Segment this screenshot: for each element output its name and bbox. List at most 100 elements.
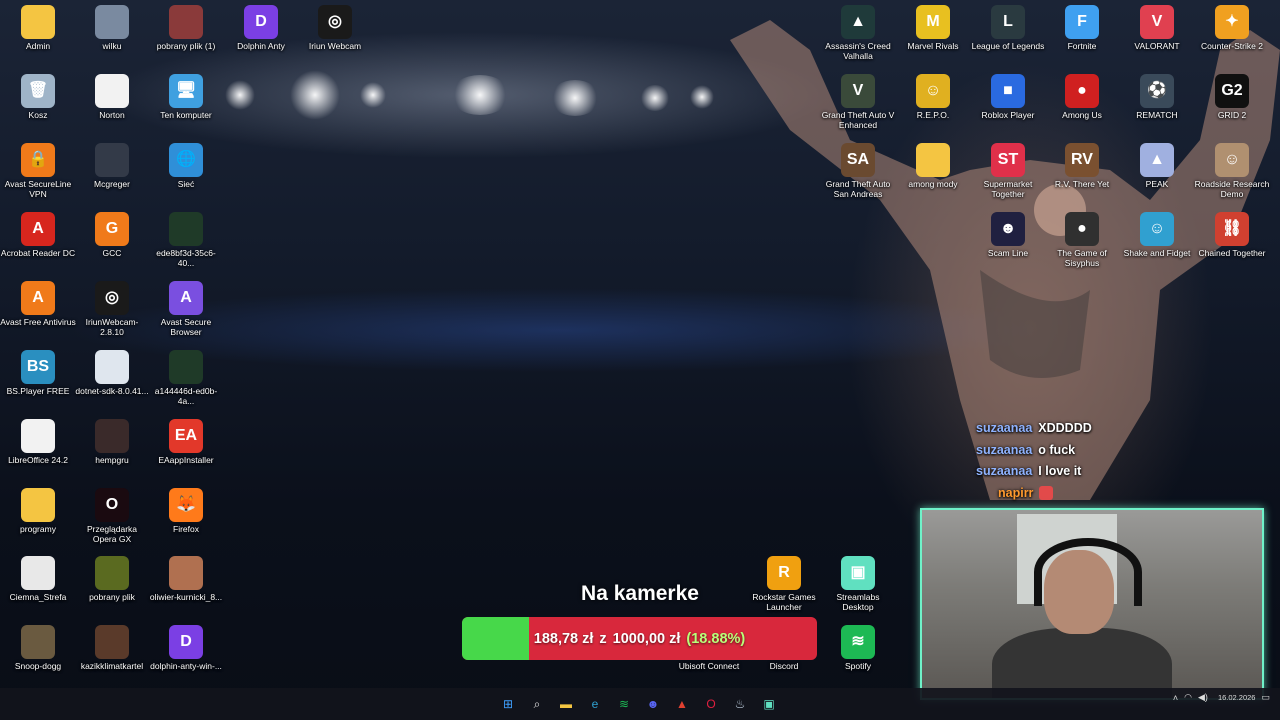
desktop-icon[interactable]: a144446d-ed0b-4a... <box>148 350 224 406</box>
desktop-icon[interactable]: Ddolphin-anty-win-... <box>148 625 224 671</box>
desktop-icon-label: Avast Secure Browser <box>160 317 212 337</box>
desktop-icon-label: Firefox <box>173 524 199 534</box>
assassins-creed-icon: ▲ <box>841 5 875 39</box>
desktop-icon[interactable]: SA Grand Theft Auto San Andreas <box>820 143 896 199</box>
discord-icon[interactable]: ☻ <box>641 692 665 716</box>
file-explorer-icon[interactable]: ▬ <box>554 692 578 716</box>
desktop-icon[interactable]: wilku <box>74 5 150 51</box>
desktop-icon[interactable]: G GCC <box>74 212 150 258</box>
desktop-icon[interactable]: G2 GRID 2 <box>1194 74 1270 120</box>
desktop-icon[interactable]: Norton <box>74 74 150 120</box>
peak-icon: ▲ <box>1140 143 1174 177</box>
desktop-icon[interactable]: ⚽ REMATCH <box>1119 74 1195 120</box>
file-icon <box>21 419 55 453</box>
sisyphus-icon: ● <box>1065 212 1099 246</box>
chat-username: suzaanaa <box>976 421 1033 435</box>
repo-icon: ☺ <box>916 74 950 108</box>
headset-icon <box>1034 538 1142 606</box>
desktop-icon[interactable]: kazikklimatkartel <box>74 625 150 671</box>
chained-icon: ⛓ <box>1215 212 1249 246</box>
desktop-icon[interactable]: ● Among Us <box>1044 74 1120 120</box>
desktop-icon[interactable]: Snoop-dogg <box>0 625 76 671</box>
clock-date[interactable]: 16.02.2026 <box>1218 693 1256 702</box>
desktop-icon[interactable]: 🖥 Ten komputer <box>148 74 224 120</box>
desktop-icon[interactable]: ▲ Assassin's Creed Valhalla <box>820 5 896 61</box>
desktop-icon[interactable]: ■ Roblox Player <box>970 74 1046 120</box>
desktop-icon[interactable]: Admin <box>0 5 76 51</box>
desktop-icon[interactable]: LibreOffice 24.2 <box>0 419 76 465</box>
desktop-icon-label: Ubisoft Connect <box>678 661 740 671</box>
streamlabs-icon: ▣ <box>841 556 875 590</box>
desktop-icon[interactable]: among mody <box>895 143 971 189</box>
edge-icon[interactable]: e <box>583 692 607 716</box>
desktop-icon[interactable]: R Rockstar Games Launcher <box>746 556 822 612</box>
desktop-icon[interactable]: pobrany plik (1) <box>148 5 224 51</box>
desktop-icon[interactable]: V Grand Theft Auto V Enhanced <box>820 74 896 130</box>
desktop-icon[interactable]: hempgru <box>74 419 150 465</box>
desktop-icon[interactable]: RV R.V. There Yet <box>1044 143 1120 189</box>
terminal-icon[interactable]: ▲ <box>670 692 694 716</box>
image-icon <box>95 556 129 590</box>
image-icon <box>169 556 203 590</box>
marvel-rivals-icon: M <box>916 5 950 39</box>
desktop-icon-label: Przeglądarka Opera GX <box>86 524 138 544</box>
desktop-icon-label: Marvel Rivals <box>907 41 959 51</box>
arena-light <box>225 80 255 110</box>
desktop-icon[interactable]: oliwier-kurnicki_8... <box>148 556 224 602</box>
wifi-icon[interactable]: ◠ <box>1184 692 1192 703</box>
desktop-icon[interactable]: ▲ PEAK <box>1119 143 1195 189</box>
desktop-icon[interactable]: ⛓ Chained Together <box>1194 212 1270 258</box>
desktop-icon[interactable]: ◎ Iriun Webcam <box>297 5 373 51</box>
desktop-icon-label: Scam Line <box>987 248 1029 258</box>
desktop-icon-label: Acrobat Reader DC <box>0 248 76 258</box>
steam-icon[interactable]: ♨ <box>728 692 752 716</box>
start-icon[interactable]: ⊞ <box>496 692 520 716</box>
desktop-icon[interactable]: ☺ Shake and Fidget <box>1119 212 1195 258</box>
desktop-icon[interactable]: ede8bf3d-35c6-40... <box>148 212 224 268</box>
desktop-icon[interactable]: V VALORANT <box>1119 5 1195 51</box>
desktop-icon[interactable]: M Marvel Rivals <box>895 5 971 51</box>
desktop-icon[interactable]: BS BS.Player FREE <box>0 350 76 396</box>
desktop-icon-label: Shake and Fidget <box>1123 248 1191 258</box>
spotify-icon[interactable]: ≋ <box>612 692 636 716</box>
desktop-icon[interactable]: 🗑 Kosz <box>0 74 76 120</box>
desktop-icon[interactable]: pobrany plik <box>74 556 150 602</box>
chat-text: I love it <box>1038 464 1082 478</box>
desktop-icon[interactable]: 🦊 Firefox <box>148 488 224 534</box>
desktop-icon[interactable]: L League of Legends <box>970 5 1046 51</box>
avast-browser-icon: A <box>169 281 203 315</box>
scam-line-icon: ☻ <box>991 212 1025 246</box>
desktop-icon-label: BS.Player FREE <box>6 386 70 396</box>
desktop-icon[interactable]: ● The Game of Sisyphus <box>1044 212 1120 268</box>
desktop-icon[interactable]: Ciemna_Strefa <box>0 556 76 602</box>
desktop-icon[interactable]: EA EAappInstaller <box>148 419 224 465</box>
desktop-icon[interactable]: 🔒 Avast SecureLine VPN <box>0 143 76 199</box>
opera-gx-icon[interactable]: O <box>699 692 723 716</box>
desktop-icon[interactable]: ▣ Streamlabs Desktop <box>820 556 896 612</box>
image-icon <box>169 5 203 39</box>
desktop-icon[interactable]: O Przeglądarka Opera GX <box>74 488 150 544</box>
chat-username: suzaanaa <box>976 464 1033 478</box>
desktop-icon[interactable]: programy <box>0 488 76 534</box>
desktop-icon[interactable]: 🌐 Sieć <box>148 143 224 189</box>
desktop-icon[interactable]: ☺ R.E.P.O. <box>895 74 971 120</box>
desktop-icon[interactable]: ≋ Spotify <box>820 625 896 671</box>
desktop-icon[interactable]: F Fortnite <box>1044 5 1120 51</box>
notification-icon[interactable]: ▭ <box>1261 692 1270 703</box>
chevron-up-icon[interactable]: ˄ <box>1173 693 1178 703</box>
search-icon[interactable]: ⌕ <box>525 692 549 716</box>
streamlabs-icon[interactable]: ▣ <box>757 692 781 716</box>
desktop-icon[interactable]: A Acrobat Reader DC <box>0 212 76 258</box>
desktop-icon[interactable]: A Avast Secure Browser <box>148 281 224 337</box>
desktop-icon[interactable]: A Avast Free Antivirus <box>0 281 76 327</box>
desktop-icon[interactable]: ✦ Counter-Strike 2 <box>1194 5 1270 51</box>
desktop-icon[interactable]: ☻ Scam Line <box>970 212 1046 258</box>
desktop-icon[interactable]: ☺ Roadside Research Demo <box>1194 143 1270 199</box>
desktop-icon[interactable]: ◎ IriunWebcam-2.8.10 <box>74 281 150 337</box>
desktop-icon[interactable]: dotnet-sdk-8.0.41... <box>74 350 150 396</box>
volume-icon[interactable]: ◀) <box>1198 692 1208 703</box>
desktop-icon-label: Assassin's Creed Valhalla <box>825 41 891 61</box>
desktop-icon[interactable]: ST Supermarket Together <box>970 143 1046 199</box>
desktop-icon[interactable]: Mcgreger <box>74 143 150 189</box>
desktop-icon[interactable]: D Dolphin Anty <box>223 5 299 51</box>
